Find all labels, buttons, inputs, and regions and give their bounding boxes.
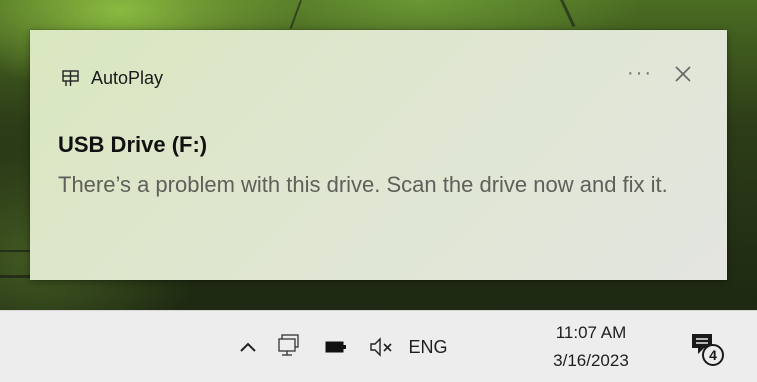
network-icon (278, 334, 299, 356)
battery-button[interactable] (318, 331, 354, 363)
input-language-button[interactable]: ENG (406, 329, 450, 365)
notification-actions: ··· (627, 62, 693, 85)
taskbar: ENG 11:07 AM 3/16/2023 4 (0, 310, 757, 382)
app-name: AutoPlay (91, 68, 164, 88)
volume-muted-icon (370, 337, 392, 357)
battery-icon (325, 341, 346, 353)
chevron-up-icon (240, 342, 256, 352)
notification-header: AutoPlay (62, 68, 163, 89)
more-options-button[interactable]: ··· (627, 62, 653, 85)
clock-date: 3/16/2023 (553, 351, 629, 370)
close-icon[interactable] (673, 64, 693, 84)
action-center-button[interactable]: 4 (678, 323, 734, 373)
clock-time: 11:07 AM (555, 323, 627, 342)
clock-button[interactable]: 11:07 AM 3/16/2023 (541, 315, 641, 379)
notification-title: USB Drive (F:) (58, 132, 208, 157)
notification-body: There’s a problem with this drive. Scan … (58, 172, 668, 197)
volume-button[interactable] (362, 329, 402, 365)
show-hidden-icons-button[interactable] (232, 329, 264, 365)
notification-count-badge: 4 (709, 347, 717, 363)
autoplay-icon (62, 70, 79, 86)
autoplay-notification[interactable]: AutoPlay ··· USB Drive (F:) There’s a pr… (30, 30, 727, 280)
network-button[interactable] (271, 327, 307, 365)
action-center-icon: 4 (692, 334, 724, 366)
